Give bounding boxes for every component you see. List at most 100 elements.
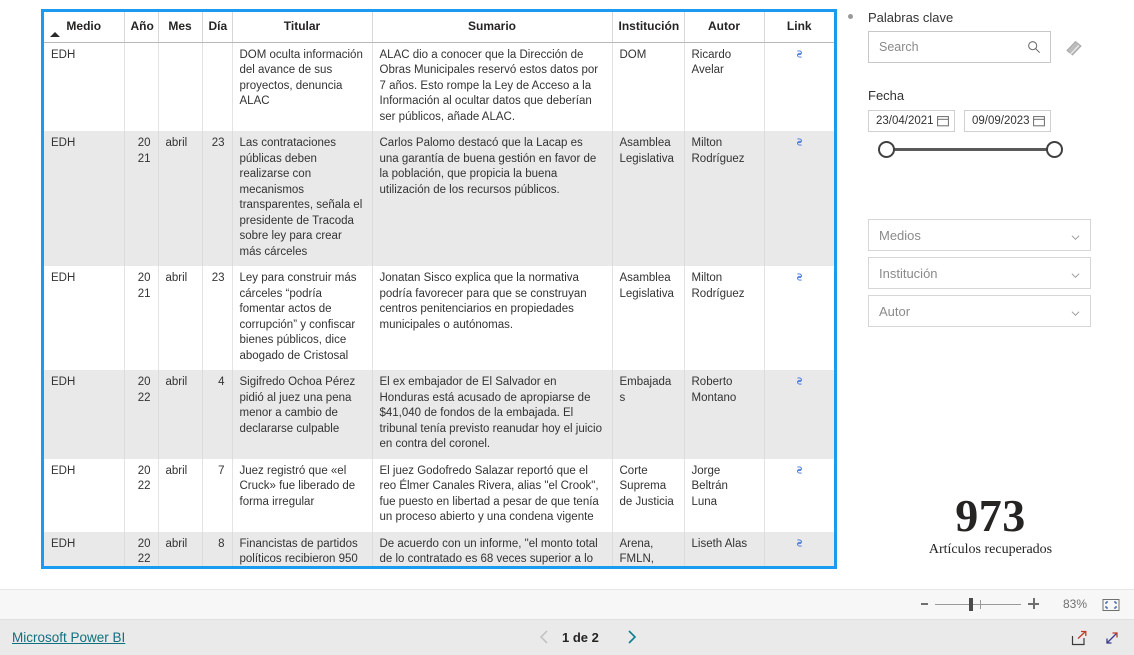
eraser-icon: [1066, 40, 1082, 56]
table-row[interactable]: EDH 2022 abril 7 Juez registró que «el C…: [44, 458, 834, 532]
cell-anio: [124, 42, 159, 131]
zoom-percent-label: 83%: [1062, 597, 1087, 611]
dropdown-label: Institución: [879, 266, 938, 281]
date-range-slider[interactable]: [870, 138, 1063, 162]
column-header-mes[interactable]: Mes: [158, 12, 203, 43]
cell-medio: EDH: [44, 131, 125, 266]
table-row[interactable]: EDH 2021 abril 23 Ley para construir más…: [44, 266, 834, 370]
cell-link[interactable]: [764, 458, 834, 532]
date-from-input[interactable]: 23/04/2021: [868, 110, 955, 132]
chevron-down-icon: [1071, 273, 1080, 279]
column-header-medio[interactable]: Medio: [44, 12, 125, 43]
cell-medio: EDH: [44, 370, 125, 459]
table-row[interactable]: EDH DOM oculta información del avance de…: [44, 42, 834, 131]
calendar-icon: [937, 116, 949, 127]
cell-institucion: Corte Suprema de Justicia: [612, 458, 685, 532]
dropdown-institucion[interactable]: Institución: [868, 257, 1091, 289]
next-page-button[interactable]: [624, 629, 638, 645]
table-row[interactable]: EDH 2021 abril 23 Las contrataciones púb…: [44, 131, 834, 266]
column-header-label: Medio: [66, 19, 102, 34]
share-button[interactable]: [1070, 629, 1088, 647]
cell-dia: 7: [202, 458, 233, 532]
dropdown-autor[interactable]: Autor: [868, 295, 1091, 327]
page-navigation: 1 de 2: [530, 628, 650, 648]
page-indicator: 1 de 2: [562, 630, 599, 645]
cell-link[interactable]: [764, 370, 834, 459]
cell-dia: 23: [202, 131, 233, 266]
slider-handle-max[interactable]: [1046, 141, 1063, 158]
clear-filter-button[interactable]: [1061, 35, 1087, 59]
cell-sumario: El juez Godofredo Salazar reportó que el…: [372, 458, 613, 532]
power-bi-report: Medio Año Mes Día Titular Sumario Instit…: [0, 0, 1134, 655]
dropdown-medios[interactable]: Medios: [868, 219, 1091, 251]
cell-mes: [158, 42, 203, 131]
cell-institucion: DOM: [612, 42, 685, 131]
link-icon[interactable]: [793, 49, 806, 65]
articles-table-visual[interactable]: Medio Año Mes Día Titular Sumario Instit…: [41, 9, 837, 569]
zoom-out-button[interactable]: [921, 603, 928, 605]
cell-mes: abril: [158, 131, 203, 266]
cell-anio: 2021: [124, 266, 159, 370]
dropdown-label: Autor: [879, 304, 911, 319]
search-icon: [1028, 41, 1041, 54]
cell-mes: abril: [158, 458, 203, 532]
fullscreen-button[interactable]: [1103, 629, 1121, 647]
link-icon[interactable]: [793, 376, 806, 392]
calendar-icon: [1033, 116, 1045, 127]
column-header-autor[interactable]: Autor: [684, 12, 765, 43]
kpi-card[interactable]: 973 Artículos recuperados: [868, 492, 1113, 558]
table-row[interactable]: EDH 2022 abril 8 Financistas de partidos…: [44, 531, 834, 566]
date-filter-title: Fecha: [868, 88, 905, 103]
cell-link[interactable]: [764, 531, 834, 566]
cell-autor: Liseth Alas: [684, 531, 765, 566]
sort-ascending-icon: [50, 31, 60, 37]
power-bi-brand-link[interactable]: Microsoft Power BI: [12, 630, 125, 645]
cell-link[interactable]: [764, 266, 834, 370]
cell-dia: 8: [202, 531, 233, 566]
fit-to-page-button[interactable]: [1102, 598, 1120, 612]
link-icon[interactable]: [793, 137, 806, 153]
articles-table: Medio Año Mes Día Titular Sumario Instit…: [44, 12, 834, 566]
cell-sumario: Jonatan Sisco explica que la normativa p…: [372, 266, 613, 370]
cell-link[interactable]: [764, 42, 834, 131]
cell-sumario: De acuerdo con un informe, "el monto tot…: [372, 531, 613, 566]
zoom-slider-tick: [980, 600, 981, 609]
column-header-link[interactable]: Link: [764, 12, 834, 43]
cell-institucion: Arena, FMLN, Gana: [612, 531, 685, 566]
bullet-icon: [848, 14, 853, 19]
cell-medio: EDH: [44, 458, 125, 532]
search-input[interactable]: [877, 32, 1025, 62]
column-header-sumario[interactable]: Sumario: [372, 12, 613, 43]
zoom-slider-track[interactable]: [935, 604, 1021, 605]
kpi-value: 973: [955, 490, 1026, 541]
link-icon[interactable]: [793, 465, 806, 481]
cell-institucion: Asamblea Legislativa: [612, 131, 685, 266]
zoom-slider-handle[interactable]: [969, 598, 973, 611]
keyword-filter-row: [868, 31, 1106, 63]
cell-autor: Jorge Beltrán Luna: [684, 458, 765, 532]
column-header-titular[interactable]: Titular: [232, 12, 373, 43]
cell-institucion: Embajadas: [612, 370, 685, 459]
zoom-in-button[interactable]: [1028, 598, 1040, 610]
cell-sumario: ALAC dio a conocer que la Dirección de O…: [372, 42, 613, 131]
cell-titular: Sigifredo Ochoa Pérez pidió al juez una …: [232, 370, 373, 459]
slider-handle-min[interactable]: [878, 141, 895, 158]
search-box[interactable]: [868, 31, 1051, 63]
cell-anio: 2022: [124, 531, 159, 566]
column-header-dia[interactable]: Día: [202, 12, 233, 43]
cell-link[interactable]: [764, 131, 834, 266]
link-icon[interactable]: [793, 272, 806, 288]
filter-pane: Palabras clave Fecha: [845, 0, 1134, 589]
date-to-input[interactable]: 09/09/2023: [964, 110, 1051, 132]
column-header-anio[interactable]: Año: [124, 12, 159, 43]
cell-anio: 2021: [124, 131, 159, 266]
cell-autor: Milton Rodríguez: [684, 131, 765, 266]
link-icon[interactable]: [793, 538, 806, 554]
previous-page-button[interactable]: [538, 629, 552, 645]
column-header-institucion[interactable]: Institución: [612, 12, 685, 43]
table-row[interactable]: EDH 2022 abril 4 Sigifredo Ochoa Pérez p…: [44, 370, 834, 459]
cell-autor: Roberto Montano: [684, 370, 765, 459]
cell-mes: abril: [158, 370, 203, 459]
chevron-down-icon: [1071, 311, 1080, 317]
dropdown-label: Medios: [879, 228, 921, 243]
